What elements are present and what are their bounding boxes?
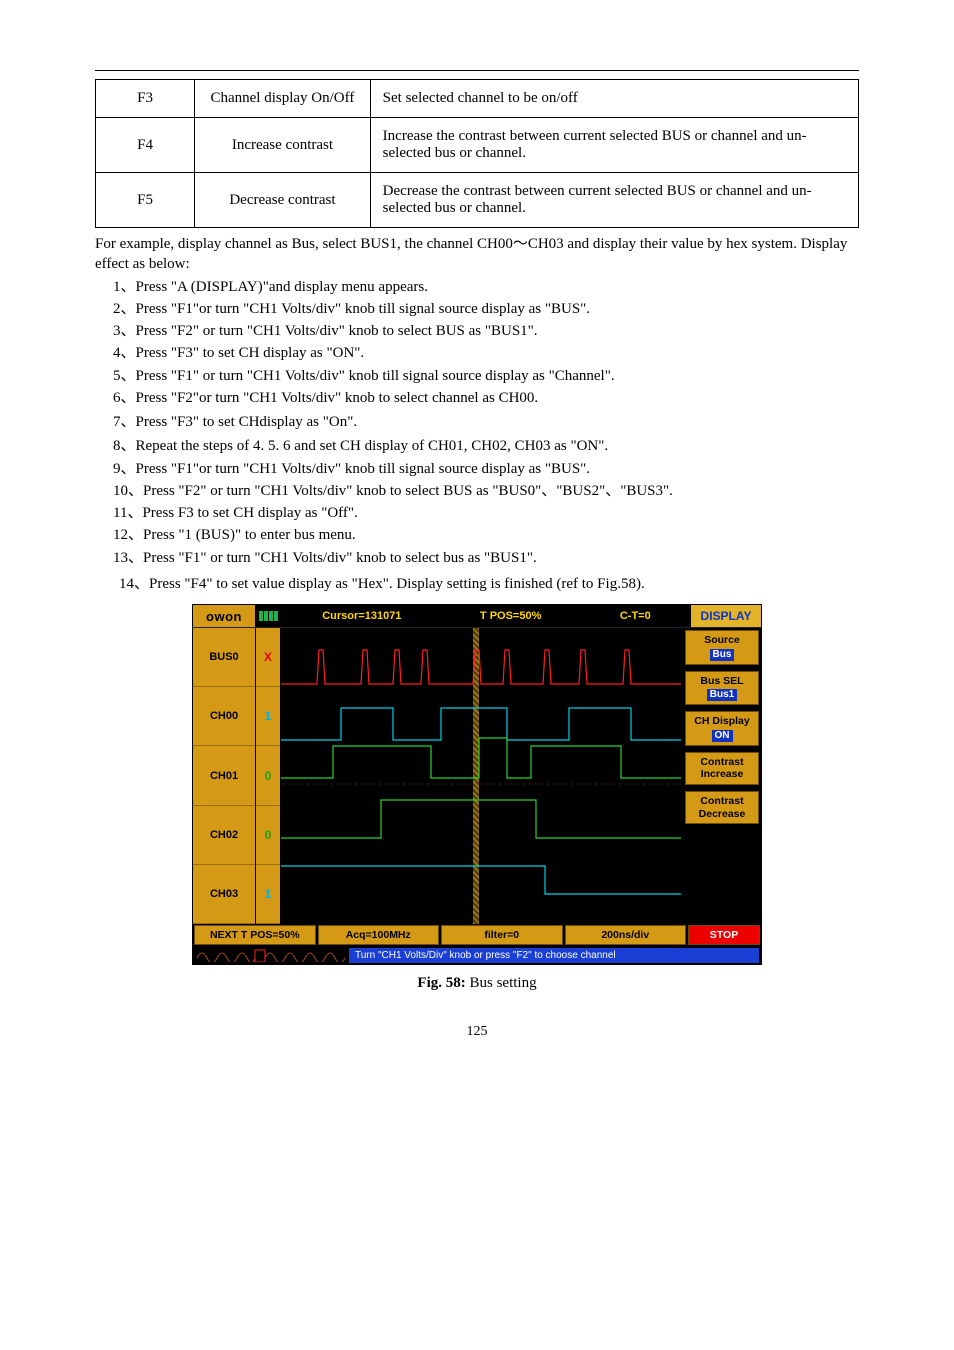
menu-action: Decrease contrast: [195, 173, 370, 228]
side-menu-button[interactable]: CH Display ON: [685, 711, 759, 746]
side-menu-label: CH Display: [688, 715, 756, 728]
list-item: 10、Press "F2" or turn "CH1 Volts/div" kn…: [113, 481, 859, 501]
side-menu-button[interactable]: Bus SELBus1: [685, 671, 759, 706]
hint-message: Turn "CH1 Volts/Div" knob or press "F2" …: [349, 948, 759, 963]
right-menu: Source Bus Bus SELBus1 CH Display ON Contrast…: [682, 628, 761, 924]
waveform-plot: [281, 628, 682, 924]
oscilloscope-screenshot: owon Cursor=131071 T POS=50% C-T=0 DISPL…: [192, 604, 762, 965]
menu-desc: Set selected channel to be on/off: [370, 80, 858, 118]
list-item: 13、Press "F1" or turn "CH1 Volts/div" kn…: [113, 548, 859, 568]
osc-hintbar: Turn "CH1 Volts/Div" knob or press "F2" …: [193, 946, 761, 964]
menu-action: Increase contrast: [195, 118, 370, 173]
side-menu-pill: Bus: [710, 649, 735, 661]
stat-cursor: Cursor=131071: [314, 610, 409, 622]
stat-ct: C-T=0: [612, 610, 659, 622]
channel-label: CH01: [193, 746, 255, 805]
channel-label: CH02: [193, 806, 255, 865]
side-menu-button[interactable]: Contrast Increase: [685, 752, 759, 785]
channel-value: 1: [256, 865, 280, 924]
instruction-header: For example, display channel as Bus, sel…: [95, 234, 859, 275]
list-item: 5、Press "F1" or turn "CH1 Volts/div" kno…: [113, 366, 859, 386]
list-item: 12、Press "1 (BUS)" to enter bus menu.: [113, 525, 859, 545]
list-item: 1、Press "A (DISPLAY)"and display menu ap…: [113, 277, 859, 297]
steps-last: 14、Press "F4" to set value display as "H…: [119, 574, 859, 594]
steps-list-2: 8、Repeat the steps of 4. 5. 6 and set CH…: [113, 436, 859, 568]
list-item: 9、Press "F1"or turn "CH1 Volts/div" knob…: [113, 459, 859, 479]
channel-value: X: [256, 628, 280, 687]
menu-desc: Decrease the contrast between current se…: [370, 173, 858, 228]
steps-list-single: 7、Press "F3" to set CHdisplay as "On".: [113, 412, 859, 432]
side-menu-label: Contrast Decrease: [688, 795, 756, 820]
stat-tpos: T POS=50%: [472, 610, 549, 622]
list-item: 8、Repeat the steps of 4. 5. 6 and set CH…: [113, 436, 859, 456]
menu-action: Channel display On/Off: [195, 80, 370, 118]
side-menu-pill: Bus1: [707, 689, 737, 701]
list-item: 4、Press "F3" to set CH display as "ON".: [113, 343, 859, 363]
display-button[interactable]: DISPLAY: [690, 605, 761, 627]
stat-acq: Acq=100MHz: [318, 925, 440, 945]
osc-bottombar: NEXT T POS=50% Acq=100MHz filter=0 200ns…: [193, 924, 761, 946]
menu-desc: Increase the contrast between current se…: [370, 118, 858, 173]
channel-values-col: X1001: [256, 628, 281, 924]
menu-table: F3Channel display On/OffSet selected cha…: [95, 79, 859, 228]
stop-button[interactable]: STOP: [688, 925, 760, 945]
stat-scale: 200ns/div: [565, 925, 687, 945]
list-item: 7、Press "F3" to set CHdisplay as "On".: [113, 412, 859, 432]
menu-key: F5: [96, 173, 195, 228]
channel-value: 0: [256, 746, 280, 805]
osc-topbar: owon Cursor=131071 T POS=50% C-T=0 DISPL…: [193, 605, 761, 628]
list-item: 6、Press "F2"or turn "CH1 Volts/div" knob…: [113, 388, 859, 408]
channel-value: 0: [256, 806, 280, 865]
menu-key: F4: [96, 118, 195, 173]
side-menu-button[interactable]: Source Bus: [685, 630, 759, 665]
channel-value: 1: [256, 687, 280, 746]
channel-label: CH03: [193, 865, 255, 924]
side-menu-label: Contrast Increase: [688, 756, 756, 781]
figure-caption: Fig. 58: Bus setting: [95, 975, 859, 992]
steps-list-1: 1、Press "A (DISPLAY)"and display menu ap…: [113, 277, 859, 409]
side-menu-label: Bus SEL: [688, 675, 756, 688]
side-menu-label: Source: [688, 634, 756, 647]
channel-label: BUS0: [193, 628, 255, 687]
list-item: 11、Press F3 to set CH display as "Off".: [113, 503, 859, 523]
channel-label: CH00: [193, 687, 255, 746]
page-number: 125: [95, 1024, 859, 1040]
stat-next-tpos: NEXT T POS=50%: [194, 925, 316, 945]
battery-icon: [259, 609, 283, 623]
stat-filter: filter=0: [441, 925, 563, 945]
logo: owon: [193, 605, 255, 627]
side-menu-pill: ON: [712, 730, 733, 742]
channel-labels-col: BUS0CH00CH01CH02CH03: [193, 628, 256, 924]
menu-key: F3: [96, 80, 195, 118]
side-menu-button[interactable]: Contrast Decrease: [685, 791, 759, 824]
mini-waveform-icon: [197, 948, 347, 962]
list-item: 3、Press "F2" or turn "CH1 Volts/div" kno…: [113, 321, 859, 341]
list-item: 2、Press "F1"or turn "CH1 Volts/div" knob…: [113, 299, 859, 319]
